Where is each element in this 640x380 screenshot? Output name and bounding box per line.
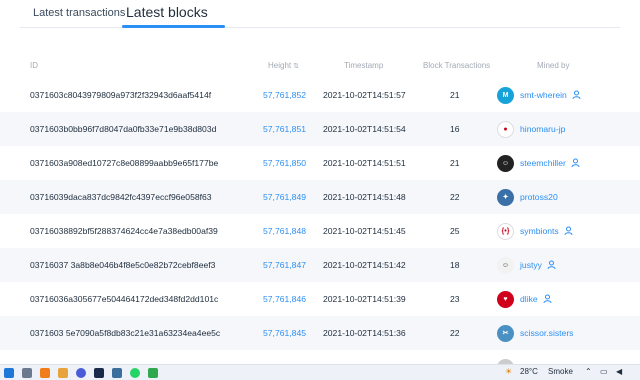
witness-user-icon [542, 293, 554, 305]
block-id[interactable]: 03716038892bf5f288374624cc4e7a38edb00af3… [30, 226, 218, 236]
volume-icon[interactable]: ◀ [616, 367, 622, 376]
blocks-table-body: 0371603c8043979809a973f2f32943d6aaf5414f… [0, 78, 640, 380]
block-height-link[interactable]: 57,761,852 [263, 90, 306, 100]
active-tab-indicator [122, 25, 225, 28]
miner-avatar: M [497, 86, 514, 104]
miner-avatar: ☺ [497, 154, 514, 172]
block-timestamp: 2021-10-02T14:51:48 [323, 192, 406, 202]
block-id[interactable]: 0371603c8043979809a973f2f32943d6aaf5414f [30, 90, 211, 100]
tab-latest-transactions[interactable]: Latest transactions [33, 7, 125, 19]
witness-user-icon [571, 89, 583, 101]
table-row: 0371603a908ed10727c8e08899aabb9e65f177be… [0, 146, 640, 180]
block-tx-count: 16 [450, 124, 460, 134]
block-height-link[interactable]: 57,761,847 [263, 260, 306, 270]
miner[interactable]: ☺ justyy [497, 255, 558, 275]
vlc-icon[interactable] [40, 368, 50, 378]
miner[interactable]: ● hinomaru-jp [497, 119, 565, 139]
miner[interactable]: ✂ scissor.sisters [497, 323, 573, 343]
weather-temp: 28°C [520, 367, 538, 376]
block-tx-count: 18 [450, 260, 460, 270]
table-row: 03716039daca837dc9842fc4397eccf96e058f63… [0, 180, 640, 214]
block-height-link[interactable]: 57,761,848 [263, 226, 306, 236]
miner-name-link[interactable]: protoss20 [520, 192, 558, 202]
block-height-link[interactable]: 57,761,849 [263, 192, 306, 202]
taskbar: ☀ 28°C Smoke ⌃ ▭ ◀ [0, 364, 640, 380]
header-mined-by: Mined by [537, 61, 570, 70]
miner-avatar: {•} [497, 222, 514, 240]
app-icon-2[interactable] [58, 368, 68, 378]
block-height-link[interactable]: 57,761,851 [263, 124, 306, 134]
table-row: 03716037 3a8b8e046b4f8e5c0e82b72cebf8eef… [0, 248, 640, 282]
miner-avatar: ✂ [497, 324, 514, 342]
miner[interactable]: Msmt-wherein [497, 85, 583, 105]
miner-name-link[interactable]: scissor.sisters [520, 328, 573, 338]
table-row: 0371603c8043979809a973f2f32943d6aaf5414f… [0, 78, 640, 112]
block-timestamp: 2021-10-02T14:51:57 [323, 90, 406, 100]
table-row: 0371603 5e7090a5f8db83c21e31a63234ea4ee5… [0, 316, 640, 350]
block-tx-count: 21 [450, 158, 460, 168]
header-timestamp: Timestamp [344, 61, 384, 70]
block-height-link[interactable]: 57,761,845 [263, 328, 306, 338]
block-id[interactable]: 03716037 3a8b8e046b4f8e5c0e82b72cebf8eef… [30, 260, 215, 270]
page: Latest transactions Latest blocks ID Hei… [0, 0, 640, 380]
witness-user-icon [570, 157, 582, 169]
table-header: ID Height ⇅ Timestamp Block Transactions … [0, 58, 640, 74]
vscode-icon[interactable] [4, 368, 14, 378]
weather-label: Smoke [548, 367, 573, 376]
app-icon-3[interactable] [112, 368, 122, 378]
whatsapp-icon[interactable] [130, 368, 140, 378]
tray-chevron-icon[interactable]: ⌃ [585, 367, 592, 376]
table-row: 0371603b0bb96f7d8047da0fb33e71e9b38d803d… [0, 112, 640, 146]
network-icon[interactable]: ▭ [600, 367, 608, 376]
miner[interactable]: ♥ dlike [497, 289, 554, 309]
block-tx-count: 22 [450, 328, 460, 338]
header-height[interactable]: Height ⇅ [268, 61, 299, 70]
miner[interactable]: {•} symbionts [497, 221, 575, 241]
miner-name-link[interactable]: justyy [520, 260, 542, 270]
block-timestamp: 2021-10-02T14:51:51 [323, 158, 406, 168]
miner-name-link[interactable]: steemchiller [520, 158, 566, 168]
tab-bar: Latest transactions Latest blocks [20, 0, 620, 28]
block-id[interactable]: 0371603 5e7090a5f8db83c21e31a63234ea4ee5… [30, 328, 220, 338]
miner-name-link[interactable]: symbionts [520, 226, 559, 236]
app-icon[interactable] [22, 368, 32, 378]
miner-name-link[interactable]: dlike [520, 294, 538, 304]
header-block-transactions: Block Transactions [423, 61, 491, 70]
block-height-link[interactable]: 57,761,846 [263, 294, 306, 304]
block-id[interactable]: 0371603a908ed10727c8e08899aabb9e65f177be [30, 158, 218, 168]
weather-icon: ☀ [505, 367, 513, 376]
header-height-label: Height [268, 61, 292, 70]
miner[interactable]: ☺ steemchiller [497, 153, 582, 173]
block-timestamp: 2021-10-02T14:51:54 [323, 124, 406, 134]
sort-icon[interactable]: ⇅ [293, 63, 299, 70]
block-id[interactable]: 03716039daca837dc9842fc4397eccf96e058f63 [30, 192, 212, 202]
block-tx-count: 25 [450, 226, 460, 236]
block-tx-count: 22 [450, 192, 460, 202]
block-timestamp: 2021-10-02T14:51:36 [323, 328, 406, 338]
block-timestamp: 2021-10-02T14:51:45 [323, 226, 406, 236]
block-timestamp: 2021-10-02T14:51:39 [323, 294, 406, 304]
miner[interactable]: ✦ protoss20 [497, 187, 558, 207]
witness-user-icon [563, 225, 575, 237]
block-timestamp: 2021-10-02T14:51:42 [323, 260, 406, 270]
miner-name-link[interactable]: smt-wherein [520, 90, 567, 100]
witness-user-icon [546, 259, 558, 271]
miner-avatar: ● [497, 120, 514, 138]
block-id[interactable]: 0371603b0bb96f7d8047da0fb33e71e9b38d803d [30, 124, 216, 134]
block-height-link[interactable]: 57,761,850 [263, 158, 306, 168]
header-id: ID [30, 61, 38, 70]
table-row: 03716038892bf5f288374624cc4e7a38edb00af3… [0, 214, 640, 248]
browser-icon[interactable] [76, 368, 86, 378]
photoshop-icon[interactable] [94, 368, 104, 378]
tab-latest-blocks[interactable]: Latest blocks [126, 4, 208, 20]
block-tx-count: 23 [450, 294, 460, 304]
table-row: 03716036a305677e504464172ded348fd2dd101c… [0, 282, 640, 316]
miner-name-link[interactable]: hinomaru-jp [520, 124, 565, 134]
block-tx-count: 21 [450, 90, 460, 100]
miner-avatar: ☺ [497, 256, 514, 274]
app-icon-4[interactable] [148, 368, 158, 378]
miner-avatar: ✦ [497, 188, 514, 206]
block-id[interactable]: 03716036a305677e504464172ded348fd2dd101c [30, 294, 218, 304]
miner-avatar: ♥ [497, 290, 514, 308]
